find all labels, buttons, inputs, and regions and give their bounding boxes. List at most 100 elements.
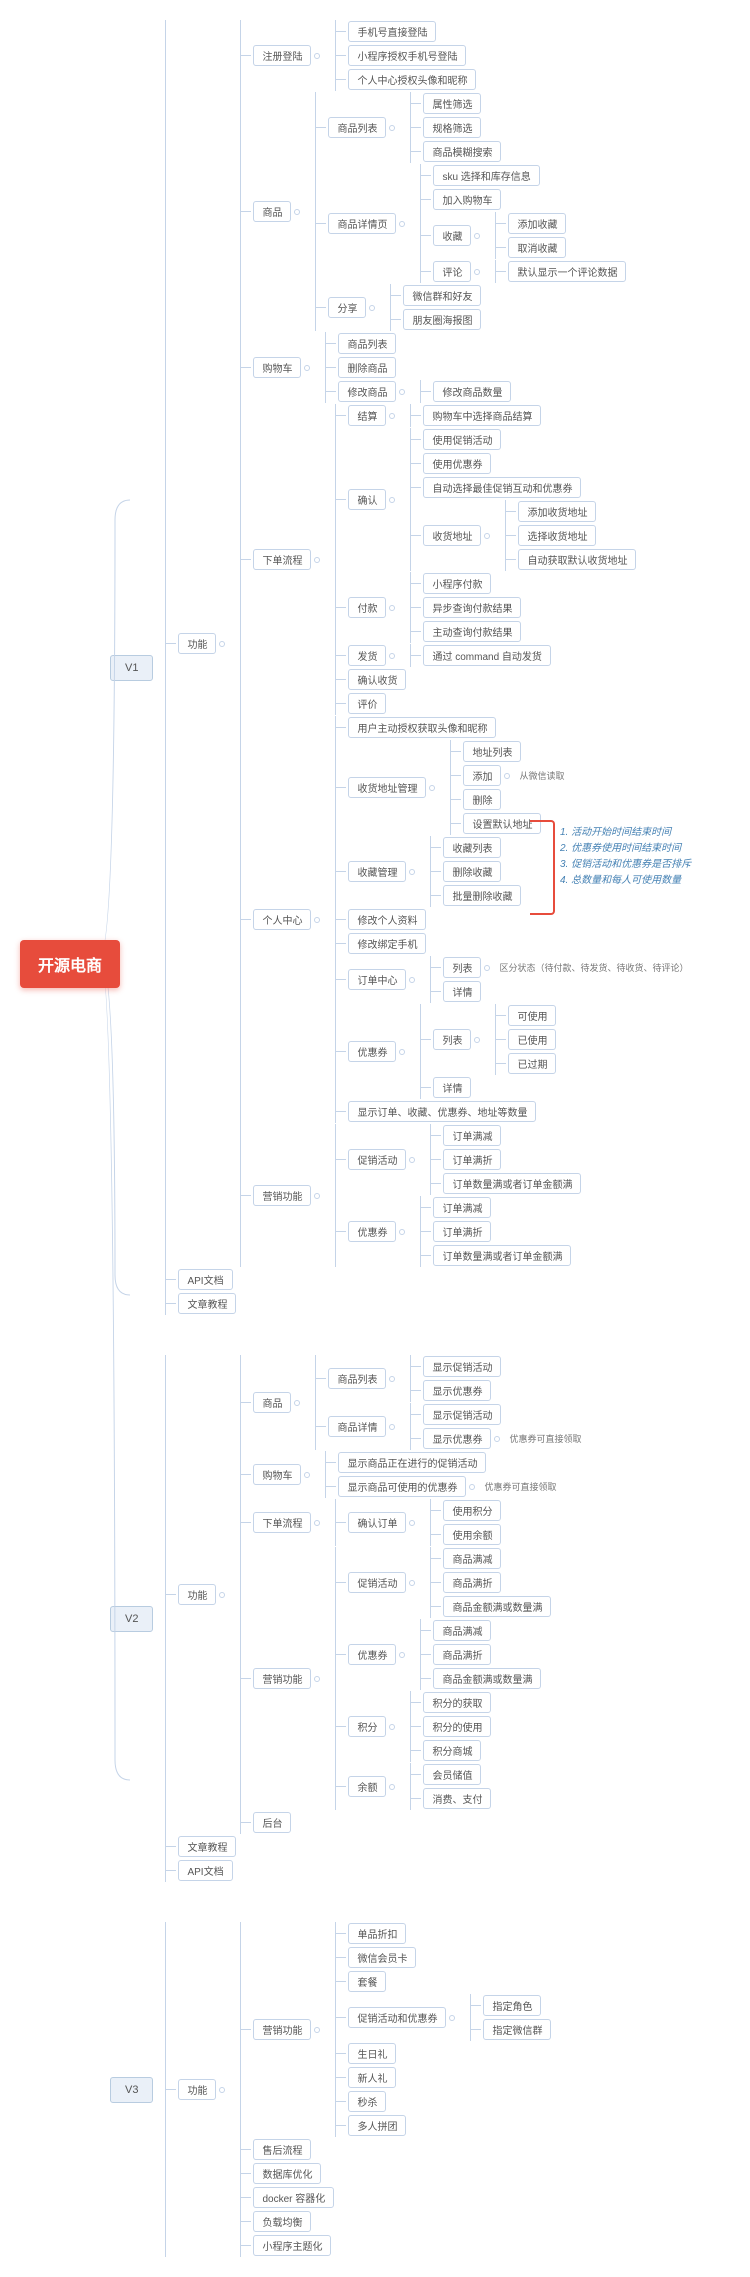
leaf: 可使用	[508, 1005, 556, 1026]
annotation-line: 2. 优惠券使用时间结束时间	[560, 841, 730, 857]
leaf: 评论	[433, 261, 471, 282]
leaf: 确认订单	[348, 1512, 406, 1533]
root-node: 开源电商	[20, 940, 120, 988]
yingxiao-node: 营销功能	[253, 1185, 311, 1206]
leaf: 删除商品	[338, 357, 396, 378]
leaf: 修改商品	[338, 381, 396, 402]
leaf: 商品详情	[328, 1416, 386, 1437]
leaf: 收藏管理	[348, 861, 406, 882]
leaf: 订单满折	[433, 1221, 491, 1242]
leaf: 修改个人资料	[348, 909, 426, 930]
leaf: 通过 command 自动发货	[423, 645, 550, 666]
leaf: 添加收藏	[508, 213, 566, 234]
leaf: 商品满减	[433, 1620, 491, 1641]
leaf: 会员储值	[423, 1764, 481, 1785]
api-node: API文档	[178, 1269, 232, 1290]
leaf: 优惠券	[348, 1644, 396, 1665]
leaf: 自动选择最佳促销互动和优惠券	[423, 477, 581, 498]
leaf: 评价	[348, 693, 386, 714]
leaf: 购物车中选择商品结算	[423, 405, 541, 426]
leaf: 收藏	[433, 225, 471, 246]
leaf: 分享	[328, 297, 366, 318]
leaf: 商品列表	[338, 333, 396, 354]
leaf: 付款	[348, 597, 386, 618]
annotation-line: 4. 总数量和每人可使用数量	[560, 873, 730, 889]
leaf: 套餐	[348, 1971, 386, 1992]
leaf: docker 容器化	[253, 2187, 334, 2208]
leaf: 订单数量满或者订单金额满	[433, 1245, 571, 1266]
leaf: 主动查询付款结果	[423, 621, 521, 642]
leaf: 修改绑定手机	[348, 933, 426, 954]
leaf: 规格筛选	[423, 117, 481, 138]
leaf: 选择收货地址	[518, 525, 596, 546]
leaf: 消费、支付	[423, 1788, 491, 1809]
leaf: 指定微信群	[483, 2019, 551, 2040]
leaf: 下单流程	[253, 1512, 311, 1533]
leaf: 异步查询付款结果	[423, 597, 521, 618]
v1-branch: V1 功能 注册登陆 手机号直接登陆 小程序授权手机号登陆 个人中心授权头像和昵…	[110, 20, 750, 1315]
v3-branch: V3 功能 营销功能 单品折扣 微信会员卡 套餐 促销活动和优惠券 指定角色	[110, 1922, 750, 2257]
leaf: 已使用	[508, 1029, 556, 1050]
leaf: 显示促销活动	[423, 1356, 501, 1377]
leaf: 数据库优化	[253, 2163, 321, 2184]
v1-node: V1	[110, 655, 153, 681]
leaf: 商品详情页	[328, 213, 396, 234]
leaf: 营销功能	[253, 1668, 311, 1689]
leaf: 使用优惠券	[423, 453, 491, 474]
leaf: 默认显示一个评论数据	[508, 261, 626, 282]
leaf: 列表	[443, 957, 481, 978]
leaf: 余额	[348, 1776, 386, 1797]
leaf: 优惠券	[348, 1221, 396, 1242]
v3-gongneng: 功能	[178, 2079, 216, 2100]
v2-branch: V2 功能 商品 商品列表 显示促销活动 显示优惠券	[110, 1355, 750, 1882]
leaf: 小程序主题化	[253, 2235, 331, 2256]
leaf: sku 选择和库存信息	[433, 165, 539, 186]
v1-gongneng: 功能	[178, 633, 216, 654]
leaf: 批量删除收藏	[443, 885, 521, 906]
leaf: 负载均衡	[253, 2211, 311, 2232]
leaf: 添加	[463, 765, 501, 786]
leaf: 收货地址管理	[348, 777, 426, 798]
leaf: 积分商城	[423, 1740, 481, 1761]
leaf: 指定角色	[483, 1995, 541, 2016]
annotation-notes: 1. 活动开始时间结束时间 2. 优惠券使用时间结束时间 3. 促销活动和优惠券…	[560, 825, 730, 889]
annotation-line: 1. 活动开始时间结束时间	[560, 825, 730, 841]
leaf: 售后流程	[253, 2139, 311, 2160]
leaf: 商品列表	[328, 117, 386, 138]
leaf: 小程序授权手机号登陆	[348, 45, 466, 66]
leaf: 显示优惠券	[423, 1428, 491, 1449]
leaf: 加入购物车	[433, 189, 501, 210]
leaf: 订单满折	[443, 1149, 501, 1170]
leaf: 显示促销活动	[423, 1404, 501, 1425]
leaf: 生日礼	[348, 2043, 396, 2064]
leaf: 显示订单、收藏、优惠券、地址等数量	[348, 1101, 536, 1122]
leaf: 添加收货地址	[518, 501, 596, 522]
geren-node: 个人中心	[253, 909, 311, 930]
leaf: 促销活动	[348, 1572, 406, 1593]
mindmap-container: 开源电商 V1 功能 注册登陆 手机号直接登陆 小程序授权手机号登陆	[0, 20, 750, 2257]
v2-node: V2	[110, 1606, 153, 1632]
leaf: 商品模糊搜索	[423, 141, 501, 162]
leaf: 手机号直接登陆	[348, 21, 436, 42]
leaf: 单品折扣	[348, 1923, 406, 1944]
xiadan-node: 下单流程	[253, 549, 311, 570]
annotation-line: 3. 促销活动和优惠券是否排斥	[560, 857, 730, 873]
leaf: 使用促销活动	[423, 429, 501, 450]
leaf: 订单中心	[348, 969, 406, 990]
leaf: 多人拼团	[348, 2115, 406, 2136]
leaf: 收藏列表	[443, 837, 501, 858]
annotation-bracket	[530, 820, 555, 915]
leaf: 修改商品数量	[433, 381, 511, 402]
leaf: 促销活动和优惠券	[348, 2007, 446, 2028]
leaf: 小程序付款	[423, 573, 491, 594]
leaf: 列表	[433, 1029, 471, 1050]
leaf: 删除	[463, 789, 501, 810]
leaf: 积分的获取	[423, 1692, 491, 1713]
leaf: 详情	[433, 1077, 471, 1098]
leaf: 积分的使用	[423, 1716, 491, 1737]
leaf: 删除收藏	[443, 861, 501, 882]
leaf: 营销功能	[253, 2019, 311, 2040]
leaf: 详情	[443, 981, 481, 1002]
v3-node: V3	[110, 2077, 153, 2103]
leaf: 显示商品正在进行的促销活动	[338, 1452, 486, 1473]
